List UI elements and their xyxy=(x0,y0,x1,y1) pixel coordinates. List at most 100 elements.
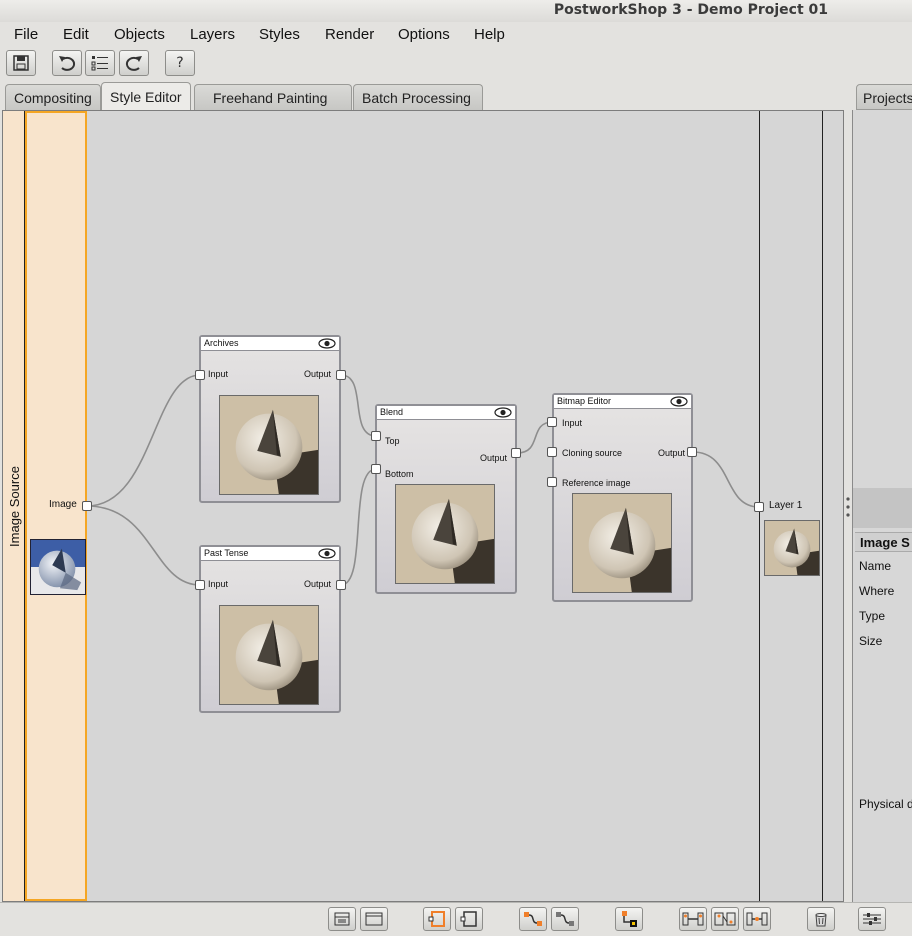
toolbar: ? xyxy=(0,48,912,80)
property-where-label: Where xyxy=(859,584,895,598)
wire-image-pasttense xyxy=(86,505,201,586)
node-archives-output-port[interactable] xyxy=(336,370,346,380)
node-bitmap-editor-title: Bitmap Editor xyxy=(557,396,612,406)
save-icon xyxy=(13,55,29,71)
redo-button[interactable] xyxy=(119,50,149,76)
style-editor-canvas[interactable]: Image Source Image Archives Input Output… xyxy=(2,110,844,902)
menu-layers[interactable]: Layers xyxy=(190,26,235,43)
align-nodes-icon xyxy=(682,912,704,926)
tab-projects[interactable]: Projects xyxy=(856,84,912,110)
node-blend-title: Blend xyxy=(380,407,404,417)
node-bitmap-editor-preview xyxy=(572,493,672,593)
undo-icon xyxy=(59,56,76,71)
node-bitmap-editor-input-port[interactable] xyxy=(547,417,557,427)
layer-label: Layer 1 xyxy=(769,500,803,511)
layout-one-button[interactable] xyxy=(328,907,356,931)
layout-two-button[interactable] xyxy=(360,907,388,931)
list-icon xyxy=(91,56,108,71)
trash-icon xyxy=(815,913,827,927)
tab-freehand-painting[interactable]: Freehand Painting xyxy=(194,84,352,110)
connect-alt-icon xyxy=(556,912,574,926)
help-button[interactable]: ? xyxy=(165,50,195,76)
node-bitmap-editor[interactable]: Bitmap Editor Input Cloning source Refer… xyxy=(552,393,693,602)
property-size-label: Size xyxy=(859,634,883,648)
tab-batch-processing[interactable]: Batch Processing xyxy=(353,84,483,110)
node-past-tense-output-label: Output xyxy=(303,579,331,589)
node-past-tense[interactable]: Past Tense Input Output xyxy=(199,545,341,713)
menu-file[interactable]: File xyxy=(14,26,38,43)
layer-input-port[interactable] xyxy=(754,502,764,512)
node-past-tense-input-port[interactable] xyxy=(195,580,205,590)
node-frame-alt-button[interactable] xyxy=(455,907,483,931)
distribute-nodes-button[interactable] xyxy=(743,907,771,931)
properties-header: Image S xyxy=(855,532,912,552)
node-frame-alt-icon xyxy=(460,911,477,927)
main-tabs: Compositing Style Editor Freehand Painti… xyxy=(0,82,912,110)
node-blend-preview xyxy=(395,484,495,584)
tab-style-editor[interactable]: Style Editor xyxy=(101,82,191,110)
node-archives-title: Archives xyxy=(204,338,239,348)
connect-nodes-button[interactable] xyxy=(519,907,547,931)
node-frame-icon xyxy=(428,911,445,927)
group-nodes-button[interactable] xyxy=(711,907,739,931)
splitter-handle-icon[interactable] xyxy=(845,496,851,518)
save-button[interactable] xyxy=(6,50,36,76)
align-nodes-button[interactable] xyxy=(679,907,707,931)
help-icon: ? xyxy=(176,55,184,71)
settings-sliders-button[interactable] xyxy=(858,907,886,931)
layout-icon xyxy=(334,912,350,926)
insert-node-icon xyxy=(622,911,637,927)
node-frame-button[interactable] xyxy=(423,907,451,931)
menu-options[interactable]: Options xyxy=(398,26,450,43)
property-type-label: Type xyxy=(859,609,886,623)
wire-image-archives xyxy=(86,374,201,507)
title-bar: PostworkShop 3 - Demo Project 01 xyxy=(0,0,912,22)
eye-icon[interactable] xyxy=(494,407,512,418)
node-archives-input-port[interactable] xyxy=(195,370,205,380)
menu-styles[interactable]: Styles xyxy=(259,26,300,43)
node-archives-output-label: Output xyxy=(303,369,331,379)
menu-objects[interactable]: Objects xyxy=(114,26,165,43)
list-button[interactable] xyxy=(85,50,115,76)
eye-icon[interactable] xyxy=(670,396,688,407)
tab-compositing[interactable]: Compositing xyxy=(5,84,101,110)
bottom-toolbar xyxy=(0,902,912,936)
distribute-nodes-icon xyxy=(746,912,768,926)
node-archives[interactable]: Archives Input Output xyxy=(199,335,341,503)
menu-render[interactable]: Render xyxy=(325,26,374,43)
delete-button[interactable] xyxy=(807,907,835,931)
image-output-port[interactable] xyxy=(82,501,92,511)
wire-pasttense-blend-bottom xyxy=(340,468,377,586)
node-blend-top-port[interactable] xyxy=(371,431,381,441)
properties-panel: Image S Name Where Type Size Physical d xyxy=(852,110,912,902)
node-blend-top-label: Top xyxy=(385,436,400,446)
node-past-tense-input-label: Input xyxy=(208,579,229,589)
node-bitmap-editor-output-port[interactable] xyxy=(687,447,697,457)
menu-bar: File Edit Objects Layers Styles Render O… xyxy=(0,22,912,46)
node-bitmap-editor-input-label: Input xyxy=(562,418,583,428)
node-bitmap-editor-cloning-label: Cloning source xyxy=(562,448,623,458)
insert-node-button[interactable] xyxy=(615,907,643,931)
node-bitmap-editor-output-label: Output xyxy=(657,448,685,458)
node-blend-bottom-port[interactable] xyxy=(371,464,381,474)
connect-nodes-alt-button[interactable] xyxy=(551,907,579,931)
node-blend-output-port[interactable] xyxy=(511,448,521,458)
node-past-tense-title: Past Tense xyxy=(204,548,249,558)
connect-icon xyxy=(524,912,542,926)
undo-button[interactable] xyxy=(52,50,82,76)
node-archives-preview xyxy=(219,395,319,495)
node-bitmap-editor-reference-port[interactable] xyxy=(547,477,557,487)
menu-edit[interactable]: Edit xyxy=(63,26,89,43)
image-port-label: Image xyxy=(49,499,77,510)
eye-icon[interactable] xyxy=(318,548,336,559)
group-nodes-icon xyxy=(714,912,736,926)
node-blend[interactable]: Blend Top Bottom Output xyxy=(375,404,517,594)
menu-help[interactable]: Help xyxy=(474,26,505,43)
sliders-icon xyxy=(863,913,881,925)
eye-icon[interactable] xyxy=(318,338,336,349)
window-icon xyxy=(365,912,383,926)
node-bitmap-editor-cloning-port[interactable] xyxy=(547,447,557,457)
property-physical-label: Physical d xyxy=(859,797,912,811)
wire-bitmap-layer xyxy=(692,451,760,508)
node-past-tense-output-port[interactable] xyxy=(336,580,346,590)
